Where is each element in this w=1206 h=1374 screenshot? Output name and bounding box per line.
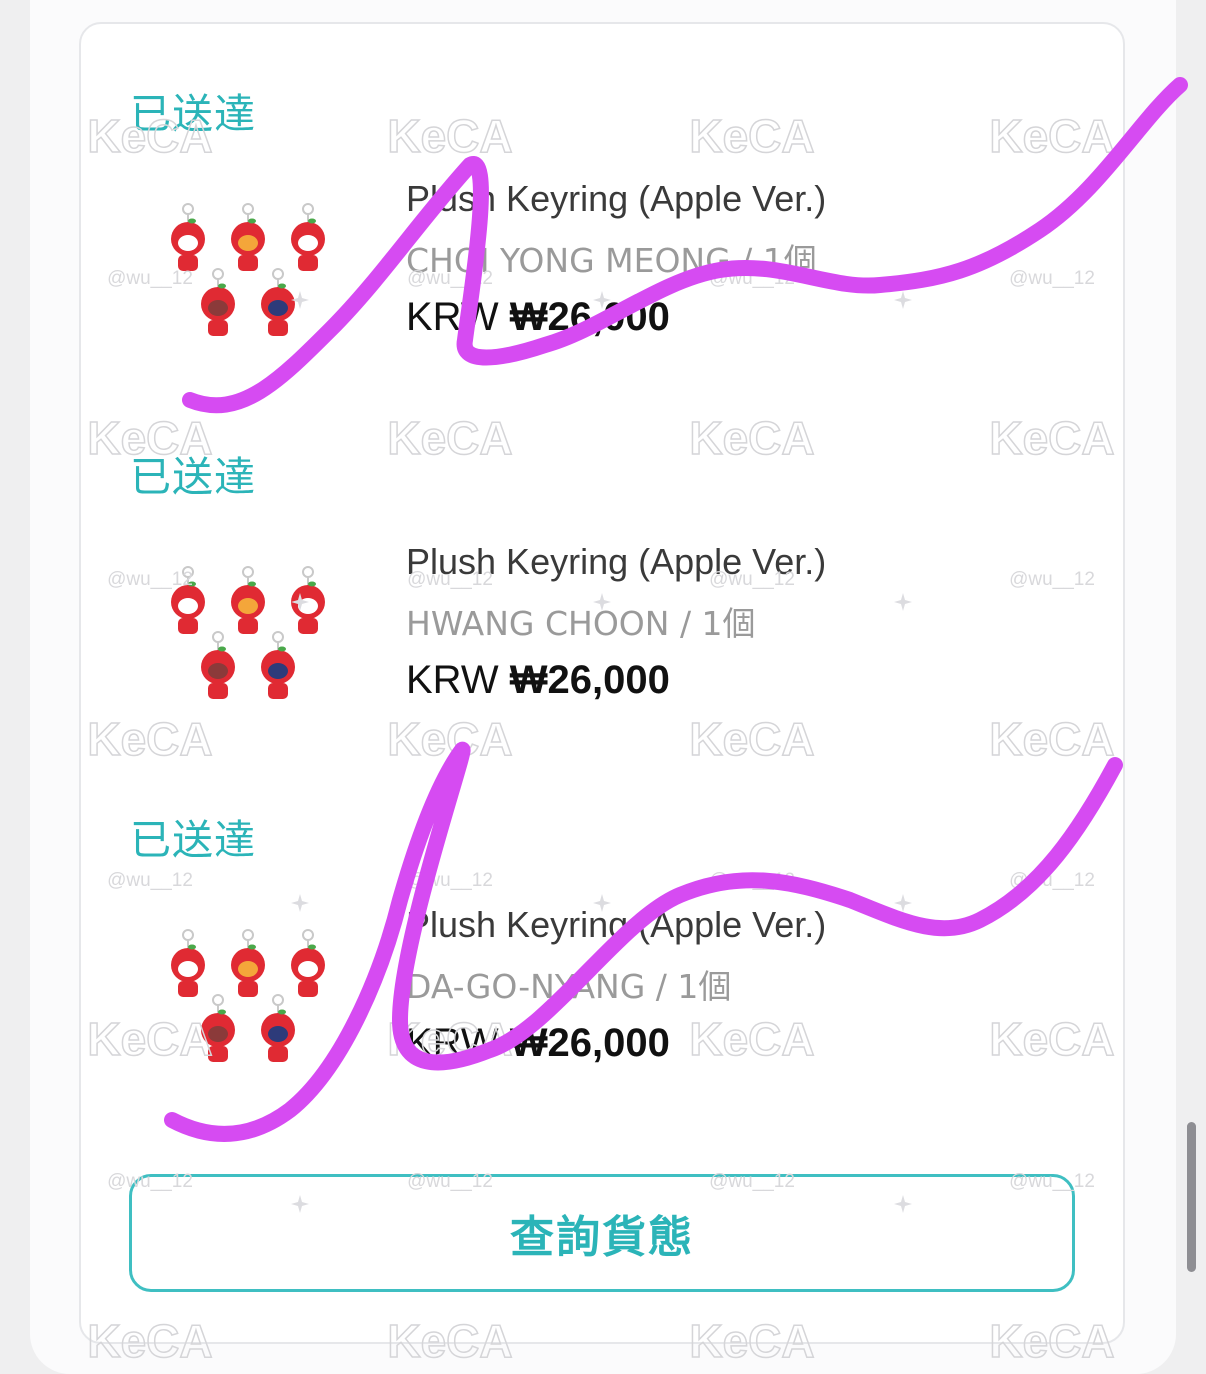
plush-figure [201,268,235,336]
product-option: CHOI YONG MEONG / 1個 [406,241,817,280]
price-currency: KRW [406,1021,499,1065]
scrollbar[interactable] [1187,1122,1196,1272]
plush-figure [261,994,295,1062]
track-shipment-button[interactable]: 查詢貨態 [129,1174,1075,1292]
plush-figure [291,566,325,634]
price-currency: KRW [406,295,499,339]
plush-figure [231,929,265,997]
plush-figure [261,631,295,699]
product-price: KRW ₩26,000 [406,658,670,703]
plush-figure [231,203,265,271]
plush-figure [171,203,205,271]
product-price: KRW ₩26,000 [406,295,670,340]
product-thumbnail[interactable] [156,200,346,370]
price-currency: KRW [406,658,499,702]
plush-figure [171,929,205,997]
plush-figure [201,994,235,1062]
plush-figure [261,268,295,336]
product-option: HWANG CHOON / 1個 [406,604,756,643]
plush-figure [201,631,235,699]
product-price: KRW ₩26,000 [406,1021,670,1066]
product-option: DA-GO-NYANG / 1個 [406,967,732,1006]
product-name[interactable]: Plush Keyring (Apple Ver.) [406,904,826,946]
product-name[interactable]: Plush Keyring (Apple Ver.) [406,178,826,220]
price-amount: ₩26,000 [509,658,670,702]
delivery-status: 已送達 [130,816,256,864]
product-thumbnail[interactable] [156,563,346,733]
plush-figure [291,203,325,271]
price-amount: ₩26,000 [509,295,670,339]
price-amount: ₩26,000 [509,1021,670,1065]
plush-figure [291,929,325,997]
product-name[interactable]: Plush Keyring (Apple Ver.) [406,541,826,583]
plush-figure [171,566,205,634]
delivery-status: 已送達 [130,453,256,501]
product-thumbnail[interactable] [156,926,346,1096]
delivery-status: 已送達 [130,90,256,138]
plush-figure [231,566,265,634]
